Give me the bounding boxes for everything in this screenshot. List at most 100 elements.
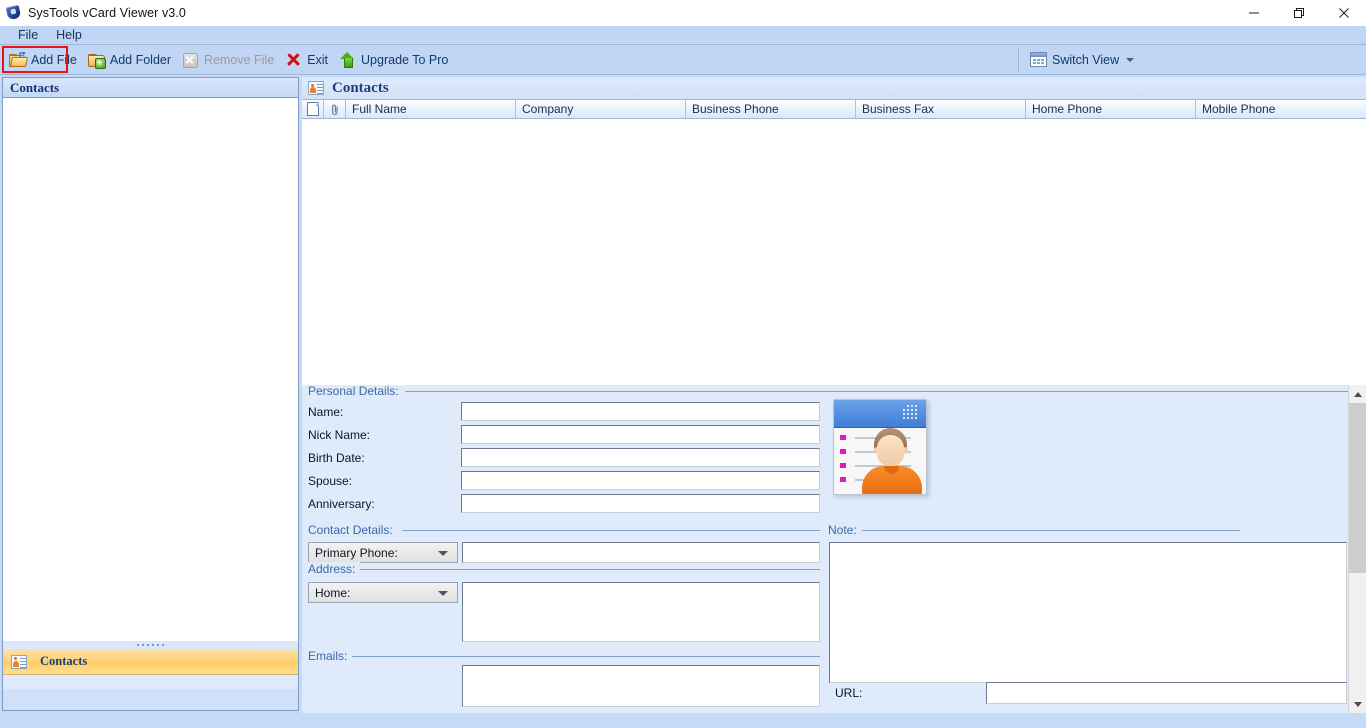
remove-file-label: Remove File bbox=[204, 52, 275, 67]
address-type-select[interactable]: Home: bbox=[308, 582, 458, 603]
column-header-mobile-phone[interactable]: Mobile Phone bbox=[1196, 100, 1366, 118]
page-icon bbox=[306, 102, 319, 116]
status-bar bbox=[0, 713, 1366, 728]
group-label-contact-details: Contact Details: bbox=[308, 523, 398, 537]
primary-phone-field[interactable] bbox=[462, 542, 820, 563]
avatar bbox=[862, 428, 926, 494]
label-url: URL: bbox=[835, 686, 863, 700]
contact-card-icon bbox=[308, 81, 324, 95]
upgrade-to-pro-button[interactable]: Upgrade To Pro bbox=[335, 45, 455, 74]
note-textarea[interactable] bbox=[829, 542, 1347, 683]
minimize-icon[interactable] bbox=[1231, 0, 1276, 26]
group-label-note: Note: bbox=[828, 523, 862, 537]
sidebar-file-tree[interactable] bbox=[3, 98, 298, 641]
sidebar-item-label: Contacts bbox=[40, 654, 88, 668]
url-field[interactable] bbox=[986, 682, 1347, 704]
anniversary-field[interactable] bbox=[461, 494, 820, 513]
scroll-down-button[interactable] bbox=[1349, 695, 1366, 713]
chevron-down-icon bbox=[1354, 701, 1362, 707]
remove-file-button: Remove File bbox=[178, 45, 281, 74]
column-header-full-name[interactable]: Full Name bbox=[346, 100, 516, 118]
group-label-personal-details: Personal Details: bbox=[308, 385, 404, 398]
primary-phone-type-select[interactable]: Primary Phone: bbox=[308, 542, 458, 563]
label-birth-date: Birth Date: bbox=[308, 451, 365, 465]
scrollbar-thumb[interactable] bbox=[1349, 403, 1366, 573]
group-line-personal-details bbox=[405, 391, 1366, 392]
group-label-address: Address: bbox=[308, 562, 361, 576]
close-icon[interactable] bbox=[1321, 0, 1366, 26]
title-bar: SysTools vCard Viewer v3.0 bbox=[0, 0, 1366, 26]
contacts-grid-title-bar: Contacts bbox=[302, 77, 1366, 99]
contacts-grid-header-row: Full Name Company Business Phone Busines… bbox=[302, 99, 1366, 119]
switch-view-button[interactable]: Switch View bbox=[1026, 45, 1141, 74]
chevron-up-icon bbox=[1354, 391, 1362, 397]
name-field[interactable] bbox=[461, 402, 820, 421]
grip-dots-icon bbox=[137, 644, 164, 646]
open-folder-icon bbox=[9, 51, 29, 68]
sidebar-item-contacts[interactable]: Contacts bbox=[3, 649, 298, 675]
menu-item-help[interactable]: Help bbox=[47, 26, 91, 44]
toolbar: Add File Add Folder Remove File Exit Upg bbox=[0, 45, 1366, 75]
contact-photo-placeholder bbox=[831, 397, 931, 502]
label-name: Name: bbox=[308, 405, 344, 419]
scroll-up-button[interactable] bbox=[1349, 385, 1366, 403]
group-line-emails bbox=[350, 656, 820, 657]
sidebar-panel: Contacts bbox=[2, 77, 299, 641]
group-label-emails: Emails: bbox=[308, 649, 353, 663]
chevron-down-icon bbox=[1126, 57, 1135, 62]
exit-button[interactable]: Exit bbox=[281, 45, 335, 74]
menu-bar: File Help bbox=[0, 26, 1366, 45]
window-title: SysTools vCard Viewer v3.0 bbox=[28, 6, 186, 20]
add-file-label: Add File bbox=[31, 52, 77, 67]
add-folder-icon bbox=[87, 52, 106, 69]
label-nick-name: Nick Name: bbox=[308, 428, 371, 442]
column-header-page[interactable] bbox=[302, 100, 324, 118]
chevron-down-icon bbox=[438, 590, 448, 596]
spouse-field[interactable] bbox=[461, 471, 820, 490]
window-controls bbox=[1231, 0, 1366, 26]
column-header-company[interactable]: Company bbox=[516, 100, 686, 118]
nav-pane-filler-top bbox=[3, 675, 298, 689]
app-shield-icon bbox=[5, 4, 22, 21]
address-type-value: Home: bbox=[315, 585, 351, 600]
primary-phone-type-value: Primary Phone: bbox=[315, 545, 398, 560]
switch-view-group: Switch View bbox=[1018, 45, 1141, 74]
sidebar-header: Contacts bbox=[3, 78, 298, 98]
restore-icon[interactable] bbox=[1276, 0, 1321, 26]
add-file-button[interactable]: Add File bbox=[5, 45, 84, 74]
application-window: SysTools vCard Viewer v3.0 File Help Add… bbox=[0, 0, 1366, 728]
column-header-attachment[interactable] bbox=[324, 100, 346, 118]
emails-textarea[interactable] bbox=[462, 665, 820, 707]
group-line-address bbox=[357, 569, 820, 570]
group-line-contact-details bbox=[402, 530, 820, 531]
switch-view-label: Switch View bbox=[1052, 52, 1120, 67]
nick-name-field[interactable] bbox=[461, 425, 820, 444]
paperclip-icon bbox=[329, 103, 341, 115]
grid-view-icon bbox=[1030, 52, 1047, 67]
group-line-note bbox=[860, 530, 1240, 531]
sidebar-splitter-handle[interactable] bbox=[2, 641, 299, 649]
column-header-business-phone[interactable]: Business Phone bbox=[686, 100, 856, 118]
add-folder-button[interactable]: Add Folder bbox=[84, 45, 178, 74]
toolbar-separator bbox=[1018, 47, 1019, 72]
contacts-grid-body[interactable] bbox=[302, 119, 1366, 385]
sidebar-nav-pane: Contacts bbox=[2, 649, 299, 711]
remove-file-icon bbox=[182, 52, 199, 68]
birth-date-field[interactable] bbox=[461, 448, 820, 467]
upgrade-to-pro-label: Upgrade To Pro bbox=[361, 52, 449, 67]
column-header-home-phone[interactable]: Home Phone bbox=[1026, 100, 1196, 118]
green-up-arrow-icon bbox=[339, 51, 356, 68]
menu-item-file[interactable]: File bbox=[9, 26, 47, 44]
nav-pane-filler-bottom bbox=[3, 689, 298, 710]
contact-card-icon bbox=[11, 654, 27, 669]
label-spouse: Spouse: bbox=[308, 474, 353, 488]
detail-panel-scrollbar[interactable] bbox=[1348, 385, 1366, 713]
add-folder-label: Add Folder bbox=[109, 52, 172, 67]
address-textarea[interactable] bbox=[462, 582, 820, 642]
page-title: Contacts bbox=[332, 79, 389, 96]
contacts-grid-panel: Contacts Full Name Company Business Phon… bbox=[302, 77, 1366, 385]
exit-label: Exit bbox=[307, 52, 329, 67]
label-anniversary: Anniversary: bbox=[308, 497, 375, 511]
exit-x-icon bbox=[285, 52, 302, 68]
column-header-business-fax[interactable]: Business Fax bbox=[856, 100, 1026, 118]
